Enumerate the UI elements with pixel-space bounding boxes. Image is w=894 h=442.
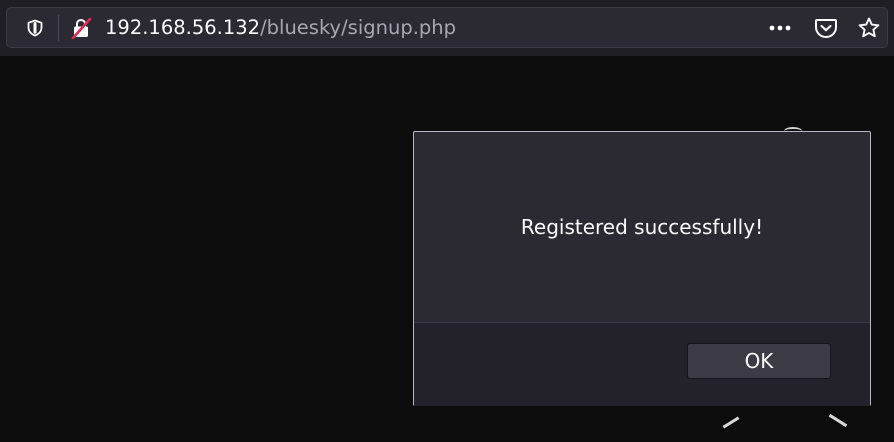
address-bar[interactable]: 192.168.56.132/bluesky/signup.php: [6, 7, 888, 48]
dialog-footer: OK: [414, 322, 870, 406]
tracking-protection-shield-icon[interactable]: [26, 19, 44, 37]
alert-dialog: Registered successfully! OK: [413, 131, 871, 406]
url-host: 192.168.56.132: [105, 16, 261, 39]
url-path: /bluesky/signup.php: [260, 16, 457, 39]
url-text[interactable]: 192.168.56.132/bluesky/signup.php: [105, 16, 456, 40]
browser-toolbar: 192.168.56.132/bluesky/signup.php: [0, 0, 894, 57]
insecure-lock-icon[interactable]: [70, 17, 92, 40]
dialog-message: Registered successfully!: [520, 215, 764, 239]
ok-button[interactable]: OK: [687, 343, 831, 379]
bookmark-star-icon[interactable]: [857, 16, 881, 40]
pocket-icon[interactable]: [814, 17, 838, 39]
page-actions-more-icon[interactable]: [767, 18, 795, 38]
urlbar-separator: [58, 15, 59, 41]
